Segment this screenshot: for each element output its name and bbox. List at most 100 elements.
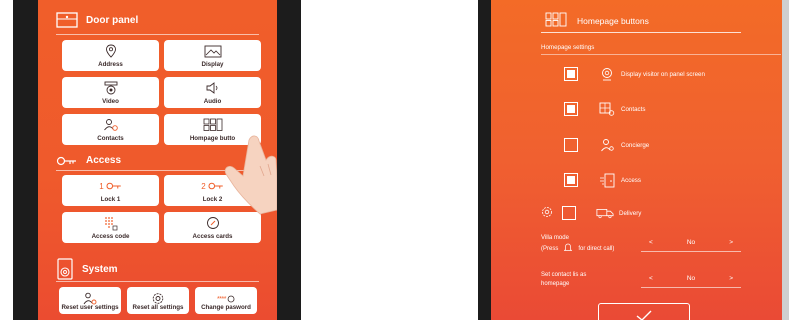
checkbox-checked[interactable] <box>564 67 578 81</box>
left-screen: Door panel Address Display Video Audio C… <box>38 0 277 320</box>
key-icon: 2 <box>201 178 223 194</box>
right-screen: Homepage buttons Homepage settings Displ… <box>491 0 782 320</box>
grid-buttons-icon <box>203 117 223 133</box>
option-label: Contacts <box>621 105 646 113</box>
webcam-icon <box>598 66 616 82</box>
delivery-truck-icon <box>596 205 614 221</box>
lock-1-label: Lock 1 <box>100 196 121 203</box>
user-gear-icon <box>83 290 97 306</box>
divider <box>56 170 259 171</box>
lock-2-tile[interactable]: 2 Lock 2 <box>164 175 261 206</box>
access-code-tile[interactable]: Access code <box>62 212 159 243</box>
divider <box>541 32 741 33</box>
key-icon <box>56 156 78 166</box>
divider <box>541 54 781 55</box>
page-title: Homepage buttons <box>577 15 649 26</box>
option-contacts[interactable]: Contacts <box>564 101 645 117</box>
display-image-icon <box>204 43 222 59</box>
bell-icon <box>563 243 573 256</box>
system-title: System <box>82 263 118 275</box>
contact-homepage-label: Set contact lis as homepage <box>541 271 586 289</box>
door-panel-title: Door panel <box>86 14 139 26</box>
villa-mode-title: Villa mode <box>541 235 569 241</box>
checkbox-checked[interactable] <box>564 173 578 187</box>
contacts-label: Contacts <box>97 135 124 142</box>
lock-2-label: Lock 2 <box>202 196 223 203</box>
option-concierge[interactable]: Concierge <box>564 137 649 153</box>
gear-icon <box>152 290 165 306</box>
villa-mode-value: No <box>686 239 696 246</box>
page-header: Homepage buttons <box>545 12 649 29</box>
homepage-buttons-tile[interactable]: Hompage butto <box>164 114 261 145</box>
divider <box>56 281 259 282</box>
concierge-icon <box>598 137 616 153</box>
prev-arrow[interactable]: < <box>649 239 653 246</box>
grid-buttons-icon <box>545 12 567 29</box>
villa-mode-label: Villa mode (Press for direct call) <box>541 234 614 256</box>
video-label: Video <box>102 98 119 105</box>
contacts-tile[interactable]: Contacts <box>62 114 159 145</box>
door-panel-header: Door panel <box>56 12 138 28</box>
password-mask: **** <box>217 295 226 303</box>
villa-mode-hint: (Press for direct call) <box>541 243 614 256</box>
next-arrow[interactable]: > <box>729 239 733 246</box>
option-label: Access <box>621 176 641 184</box>
option-label: Display visitor on panel screen <box>621 70 705 78</box>
access-code-label: Access code <box>91 233 130 240</box>
video-tile[interactable]: Video <box>62 77 159 108</box>
left-device: Door panel Address Display Video Audio C… <box>13 0 301 320</box>
option-display-visitor[interactable]: Display visitor on panel screen <box>564 66 705 82</box>
stage: Door panel Address Display Video Audio C… <box>0 0 789 320</box>
key-icon: 1 <box>99 178 121 194</box>
address-tile[interactable]: Address <box>62 40 159 71</box>
divider <box>56 34 259 35</box>
confirm-button[interactable] <box>598 303 690 320</box>
contacts-grid-icon <box>598 101 616 117</box>
option-delivery[interactable]: Delivery <box>541 205 641 221</box>
audio-tile[interactable]: Audio <box>164 77 261 108</box>
change-password-tile[interactable]: **** Change pasword <box>195 287 257 314</box>
option-access[interactable]: Access <box>564 172 641 188</box>
system-gear-icon <box>56 258 74 280</box>
card-icon <box>206 215 220 231</box>
lock-number: 1 <box>99 181 104 191</box>
option-label: Delivery <box>619 209 642 217</box>
access-cards-label: Access cards <box>192 233 233 240</box>
right-device: Homepage buttons Homepage settings Displ… <box>478 0 789 320</box>
access-title: Access <box>86 155 122 166</box>
lock-number: 2 <box>201 181 206 191</box>
display-label: Display <box>201 61 224 68</box>
reset-user-settings-tile[interactable]: Reset user settings <box>59 287 121 314</box>
section-subtitle: Homepage settings <box>541 44 595 51</box>
password-icon: **** <box>217 291 235 307</box>
reset-all-settings-tile[interactable]: Reset all settings <box>127 287 189 314</box>
camera-icon <box>103 80 119 96</box>
contacts-icon <box>103 117 119 133</box>
checkbox-unchecked[interactable] <box>564 138 578 152</box>
villa-mode-hint-b: for direct call) <box>578 246 615 252</box>
access-cards-tile[interactable]: Access cards <box>164 212 261 243</box>
door-panel-icon <box>56 12 78 28</box>
next-arrow[interactable]: > <box>729 275 733 282</box>
checkmark-icon <box>635 309 653 320</box>
access-header: Access <box>56 155 121 166</box>
speaker-icon <box>205 80 221 96</box>
contact-homepage-line2: homepage <box>541 281 570 287</box>
checkbox-checked[interactable] <box>564 102 578 116</box>
prev-arrow[interactable]: < <box>649 275 653 282</box>
device-edge <box>782 0 789 320</box>
address-label: Address <box>98 61 123 68</box>
contact-homepage-line1: Set contact lis as <box>541 272 587 278</box>
villa-mode-selector[interactable]: < No > <box>641 234 741 252</box>
checkbox-unchecked[interactable] <box>562 206 576 220</box>
keypad-icon <box>104 215 118 231</box>
option-label: Concierge <box>621 141 650 149</box>
homepage-buttons-label: Hompage butto <box>189 135 236 142</box>
display-tile[interactable]: Display <box>164 40 261 71</box>
door-access-icon <box>598 172 616 188</box>
contact-homepage-selector[interactable]: < No > <box>641 270 741 288</box>
villa-mode-hint-a: (Press <box>541 246 559 252</box>
location-pin-icon <box>105 43 117 59</box>
audio-label: Audio <box>203 98 222 105</box>
lock-1-tile[interactable]: 1 Lock 1 <box>62 175 159 206</box>
